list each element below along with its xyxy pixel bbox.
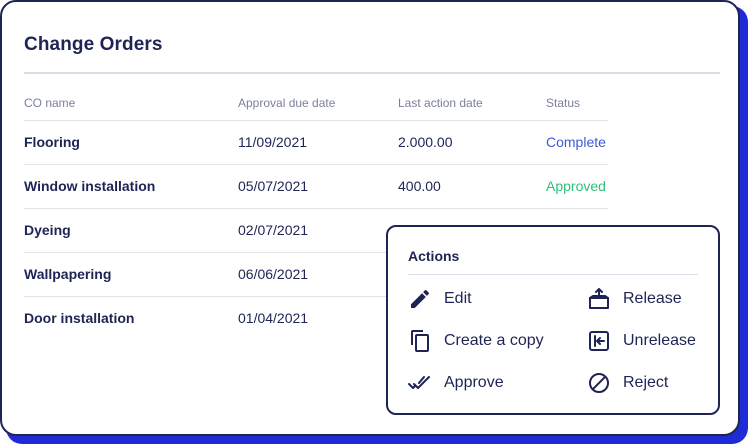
- table-header: CO name Approval due date Last action da…: [24, 86, 608, 120]
- reject-label: Reject: [623, 374, 669, 391]
- approve-action[interactable]: Approve: [408, 368, 504, 398]
- unrelease-label: Unrelease: [623, 332, 696, 349]
- approval-due-cell: 06/06/2021: [238, 266, 309, 282]
- create-copy-label: Create a copy: [444, 332, 544, 349]
- approval-due-cell: 01/04/2021: [238, 310, 309, 326]
- last-action-cell: 2.000.00: [398, 134, 453, 150]
- release-icon: [587, 287, 611, 311]
- approval-due-cell: 02/07/2021: [238, 222, 309, 238]
- co-name-cell: Dyeing: [24, 222, 71, 238]
- column-header-last-action-date: Last action date: [398, 96, 483, 110]
- column-header-co-name: CO name: [24, 96, 76, 110]
- release-action[interactable]: Release: [587, 284, 682, 314]
- actions-menu-title: Actions: [408, 248, 460, 264]
- copy-icon: [408, 329, 432, 353]
- double-check-icon: [408, 371, 432, 395]
- approve-label: Approve: [444, 374, 504, 391]
- co-name-cell: Wallpapering: [24, 266, 112, 282]
- co-name-cell: Door installation: [24, 310, 135, 326]
- page-title: Change Orders: [24, 34, 163, 55]
- release-label: Release: [623, 290, 682, 307]
- unrelease-action[interactable]: Unrelease: [587, 326, 696, 356]
- co-name-cell: Flooring: [24, 134, 80, 150]
- edit-action[interactable]: Edit: [408, 284, 472, 314]
- actions-menu-divider: [408, 274, 698, 275]
- table-row[interactable]: Window installation 05/07/2021 400.00 Ap…: [24, 164, 608, 208]
- approval-due-cell: 05/07/2021: [238, 178, 309, 194]
- block-icon: [587, 371, 611, 395]
- column-header-approval-due-date: Approval due date: [238, 96, 336, 110]
- table-row[interactable]: Flooring 11/09/2021 2.000.00 Complete: [24, 120, 608, 164]
- last-action-cell: 400.00: [398, 178, 441, 194]
- title-divider: [24, 72, 720, 74]
- column-header-status: Status: [546, 96, 581, 110]
- approval-due-cell: 11/09/2021: [238, 134, 308, 150]
- unrelease-icon: [587, 329, 611, 353]
- actions-menu: Actions Edit Release Create a copy Unrel…: [386, 225, 720, 415]
- status-badge: Complete: [546, 134, 606, 150]
- reject-action[interactable]: Reject: [587, 368, 668, 398]
- pencil-icon: [408, 287, 432, 311]
- edit-label: Edit: [444, 290, 472, 307]
- status-badge: Approved: [546, 178, 606, 194]
- co-name-cell: Window installation: [24, 178, 156, 194]
- create-copy-action[interactable]: Create a copy: [408, 326, 544, 356]
